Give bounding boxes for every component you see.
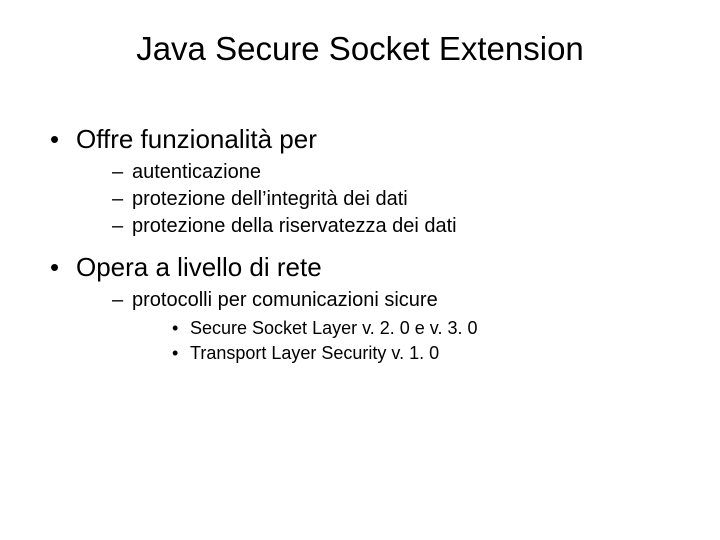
bullet-list-level2: protocolli per comunicazioni sicure Secu… — [76, 289, 680, 364]
list-item: Secure Socket Layer v. 2. 0 e v. 3. 0 — [172, 318, 680, 339]
slide: Java Secure Socket Extension Offre funzi… — [0, 0, 720, 540]
list-item: Offre funzionalità per autenticazione pr… — [50, 124, 680, 238]
bullet-list-level3: Secure Socket Layer v. 2. 0 e v. 3. 0 Tr… — [132, 318, 680, 364]
bullet-text: Offre funzionalità per — [76, 124, 317, 154]
list-item: protezione della riservatezza dei dati — [112, 215, 680, 238]
list-item: protezione dell’integrità dei dati — [112, 188, 680, 211]
bullet-text: protocolli per comunicazioni sicure — [132, 289, 438, 311]
list-item: Opera a livello di rete protocolli per c… — [50, 252, 680, 364]
bullet-text: Secure Socket Layer v. 2. 0 e v. 3. 0 — [190, 318, 477, 338]
bullet-list-level2: autenticazione protezione dell’integrità… — [76, 161, 680, 238]
list-item: protocolli per comunicazioni sicure Secu… — [112, 289, 680, 364]
bullet-text: Opera a livello di rete — [76, 252, 322, 282]
bullet-text: Transport Layer Security v. 1. 0 — [190, 343, 439, 363]
bullet-text: autenticazione — [132, 161, 261, 183]
list-item: autenticazione — [112, 161, 680, 184]
bullet-list-level1: Offre funzionalità per autenticazione pr… — [40, 124, 680, 364]
list-item: Transport Layer Security v. 1. 0 — [172, 343, 680, 364]
bullet-text: protezione della riservatezza dei dati — [132, 215, 457, 237]
bullet-text: protezione dell’integrità dei dati — [132, 188, 408, 210]
slide-title: Java Secure Socket Extension — [40, 30, 680, 68]
